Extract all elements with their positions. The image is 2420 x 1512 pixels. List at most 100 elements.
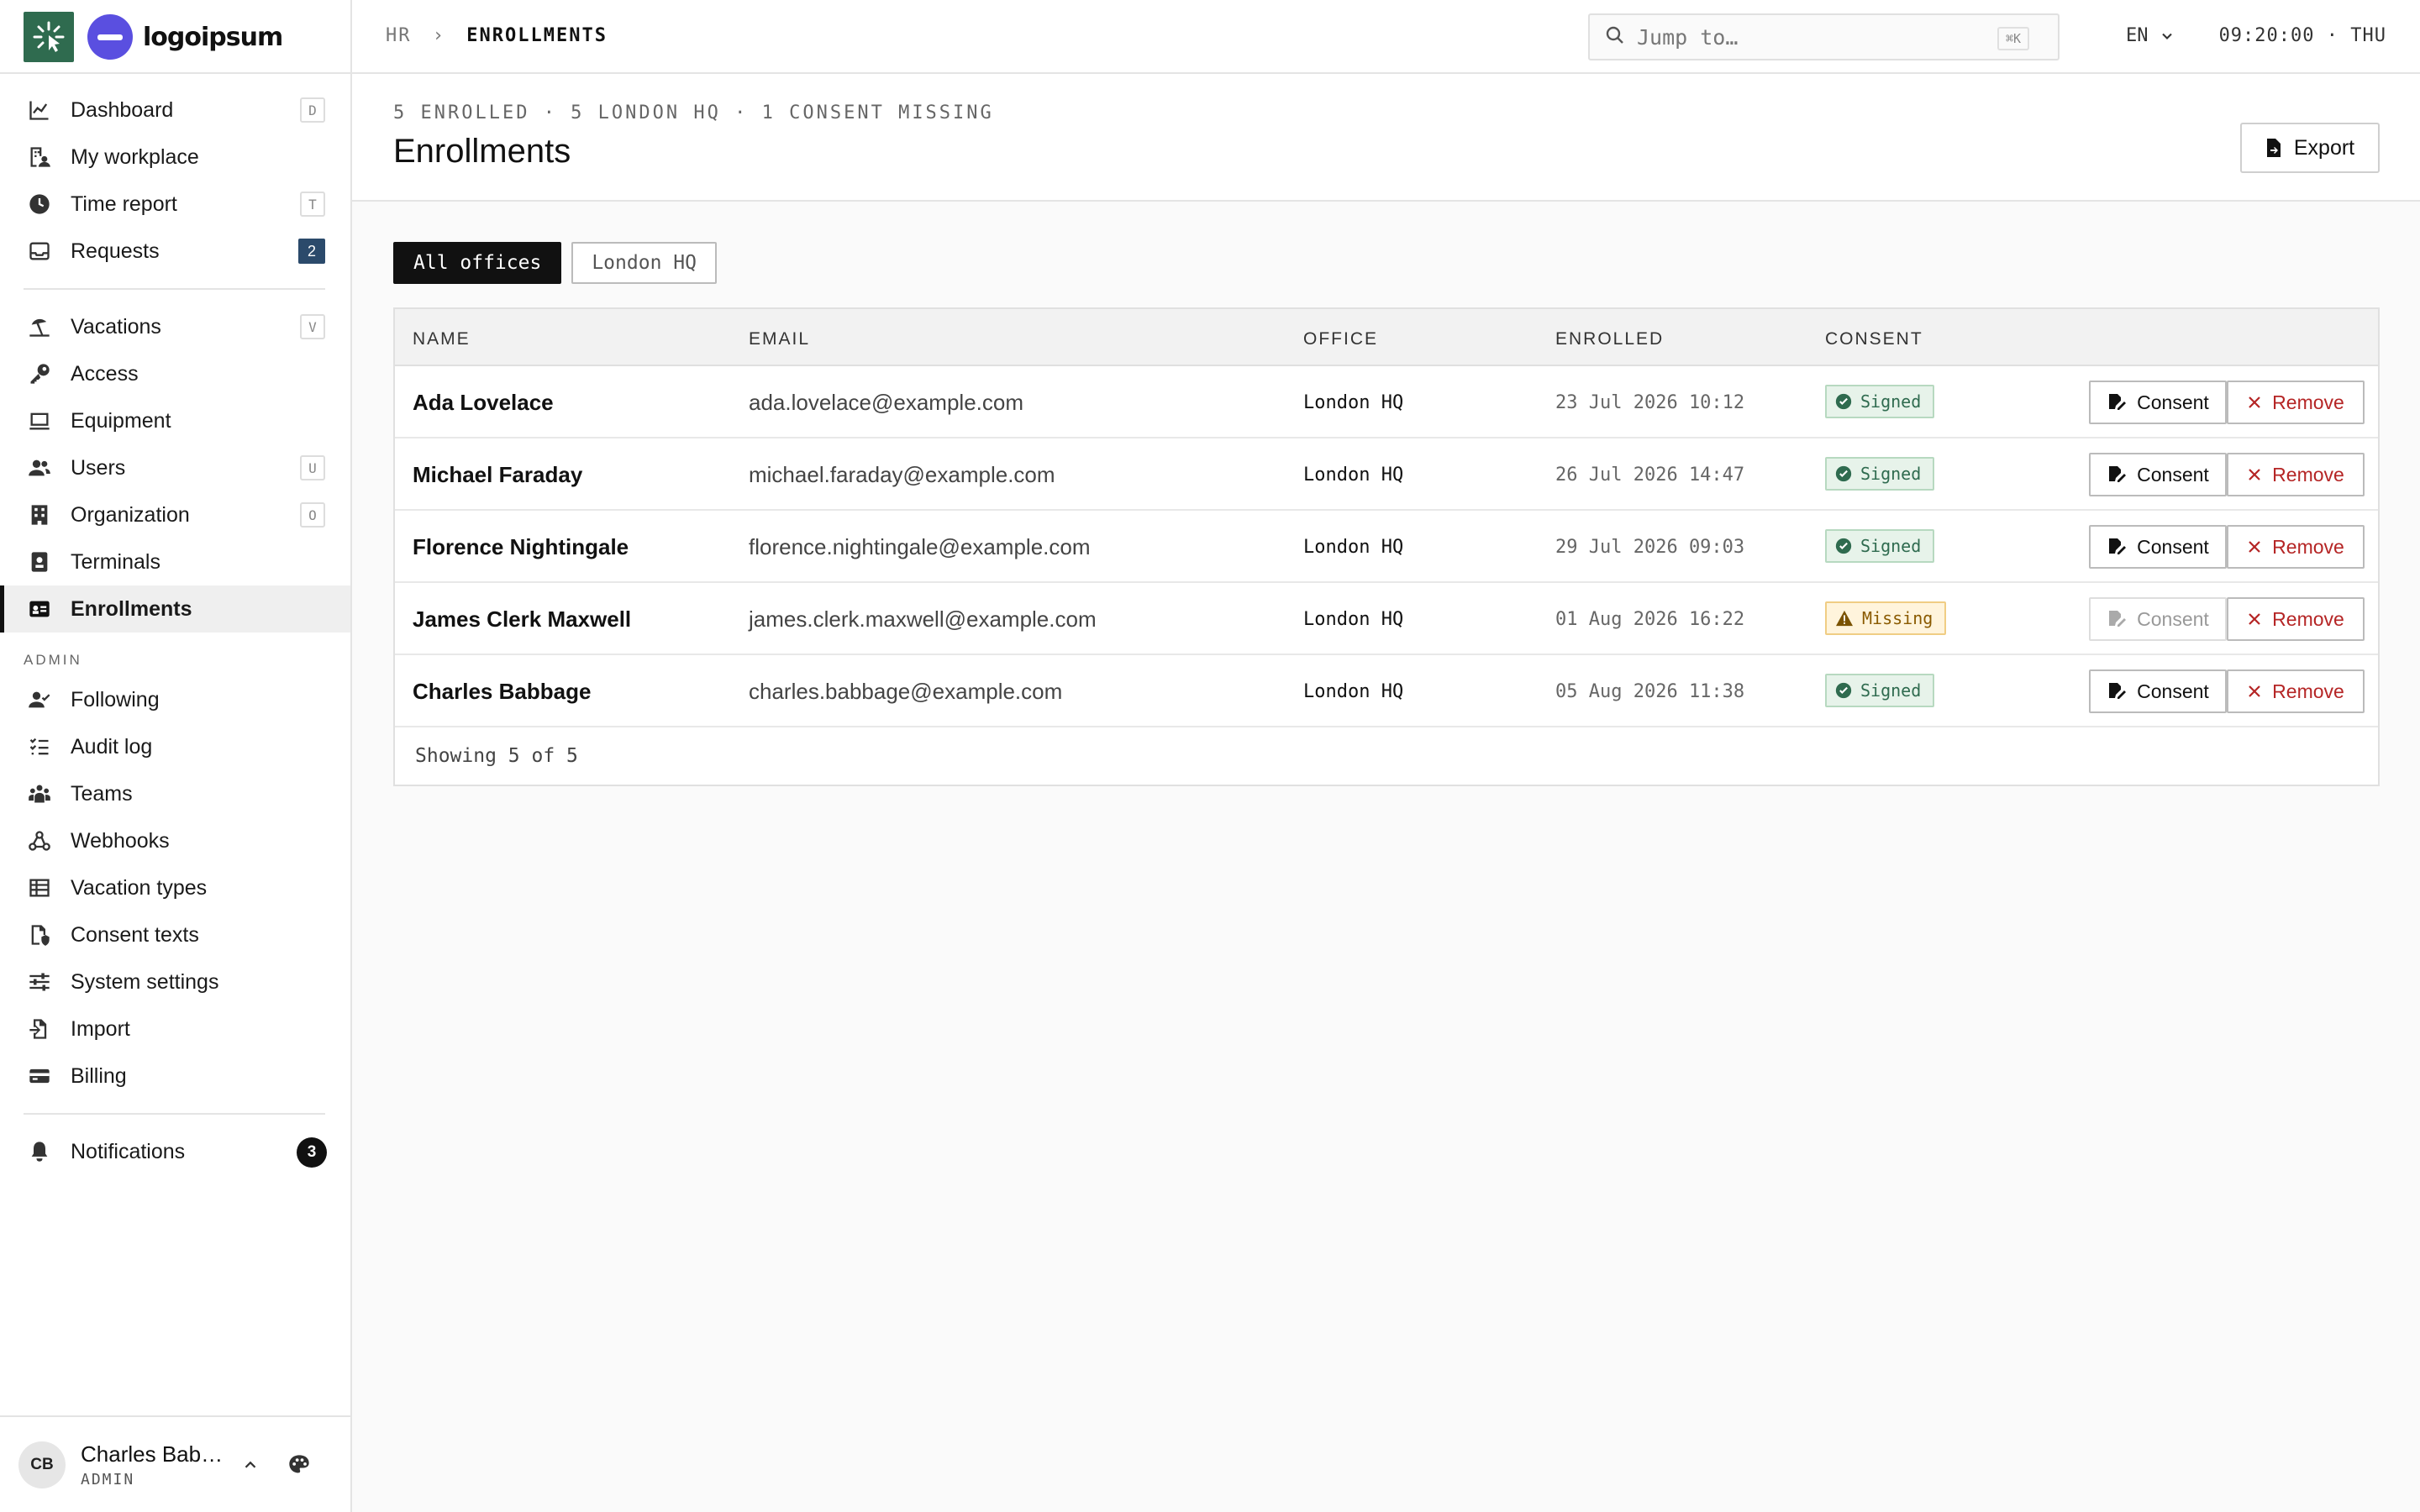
nav-separator xyxy=(24,288,325,290)
sidebar-item-equipment[interactable]: Equipment xyxy=(0,397,350,444)
enrollments-table: NAME EMAIL OFFICE ENROLLED CONSENT Ada L… xyxy=(393,307,2380,786)
remove-button[interactable]: Remove xyxy=(2227,597,2365,641)
sidebar-item-consent-texts[interactable]: Consent texts xyxy=(0,911,350,958)
employee-office: London HQ xyxy=(1303,609,1404,630)
table-row: Ada Lovelace ada.lovelace@example.com Lo… xyxy=(395,366,2378,438)
consent-button[interactable]: Consent xyxy=(2089,525,2227,569)
building-icon xyxy=(27,502,52,528)
user-check-icon xyxy=(27,687,52,712)
file-shield-icon xyxy=(27,922,52,948)
breadcrumb: HR › ENROLLMENTS xyxy=(386,25,608,46)
language-select[interactable]: EN xyxy=(2126,25,2175,46)
remove-button[interactable]: Remove xyxy=(2227,381,2365,424)
sidebar-item-vacation-types[interactable]: Vacation types xyxy=(0,864,350,911)
column-header-office[interactable]: OFFICE xyxy=(1303,329,1378,349)
consent-status-badge: Signed xyxy=(1825,457,1935,491)
filter-all-offices[interactable]: All offices xyxy=(393,242,562,284)
file-signature-icon xyxy=(2109,538,2127,554)
sidebar-item-vacations[interactable]: Vacations V xyxy=(0,303,350,350)
nav-separator xyxy=(24,1113,325,1115)
consent-button[interactable]: Consent xyxy=(2089,381,2227,424)
key-icon xyxy=(27,361,52,386)
remove-button-label: Remove xyxy=(2272,535,2344,558)
page-header: 5 ENROLLED · 5 LONDON HQ · 1 CONSENT MIS… xyxy=(352,74,2420,202)
sidebar-item-organization[interactable]: Organization O xyxy=(0,491,350,538)
table-footer: Showing 5 of 5 xyxy=(415,745,578,767)
table-row: Charles Babbage charles.babbage@example.… xyxy=(395,655,2378,727)
column-header-enrolled[interactable]: ENROLLED xyxy=(1555,329,1664,349)
sidebar-item-notifications[interactable]: Notifications 3 xyxy=(0,1128,350,1175)
sidebar-item-enrollments[interactable]: Enrollments xyxy=(0,585,350,633)
remove-button[interactable]: Remove xyxy=(2227,525,2365,569)
chart-line-icon xyxy=(27,97,52,123)
remove-button-label: Remove xyxy=(2272,607,2344,630)
export-label: Export xyxy=(2293,135,2355,160)
credit-card-icon xyxy=(27,1063,52,1089)
employee-email: michael.faraday@example.com xyxy=(749,462,1055,487)
close-icon xyxy=(2249,613,2260,625)
enrolled-date: 05 Aug 2026 11:38 xyxy=(1555,681,1745,702)
consent-status: Missing xyxy=(1862,608,1933,628)
consent-status: Signed xyxy=(1860,391,1922,412)
sidebar-item-terminals[interactable]: Terminals xyxy=(0,538,350,585)
user-info[interactable]: Charles Babbage ADMIN xyxy=(81,1441,229,1488)
breadcrumb-parent[interactable]: HR xyxy=(386,25,412,46)
palette-icon[interactable] xyxy=(282,1448,316,1482)
sidebar-item-access[interactable]: Access xyxy=(0,350,350,397)
sidebar-item-users[interactable]: Users U xyxy=(0,444,350,491)
inbox-icon xyxy=(27,239,52,264)
sidebar-item-dashboard[interactable]: Dashboard D xyxy=(0,87,350,134)
sidebar-item-my-workplace[interactable]: My workplace xyxy=(0,134,350,181)
sidebar-item-webhooks[interactable]: Webhooks xyxy=(0,817,350,864)
table-header: NAME EMAIL OFFICE ENROLLED CONSENT xyxy=(395,309,2378,366)
consent-status-badge: Signed xyxy=(1825,674,1935,707)
consent-button[interactable]: Consent xyxy=(2089,453,2227,496)
close-icon xyxy=(2249,685,2260,697)
remove-button[interactable]: Remove xyxy=(2227,669,2365,713)
chevron-down-icon xyxy=(2159,28,2175,45)
sidebar-item-audit-log[interactable]: Audit log xyxy=(0,723,350,770)
admin-nav: Following Audit log Teams Webhooks Vacat… xyxy=(0,676,350,1100)
export-button[interactable]: Export xyxy=(2240,123,2380,173)
umbrella-beach-icon xyxy=(27,314,52,339)
enrolled-date: 01 Aug 2026 16:22 xyxy=(1555,609,1745,630)
sidebar-item-import[interactable]: Import xyxy=(0,1005,350,1053)
filter-london-hq[interactable]: London HQ xyxy=(571,242,717,284)
consent-status: Signed xyxy=(1860,536,1922,556)
avatar[interactable]: CB xyxy=(18,1441,66,1488)
sidebar-item-label: Equipment xyxy=(71,408,171,433)
employee-office: London HQ xyxy=(1303,392,1404,413)
employee-email: charles.babbage@example.com xyxy=(749,679,1063,704)
remove-button-label: Remove xyxy=(2272,463,2344,486)
sidebar-item-teams[interactable]: Teams xyxy=(0,770,350,817)
sidebar-item-time-report[interactable]: Time report T xyxy=(0,181,350,228)
consent-button[interactable]: Consent xyxy=(2089,669,2227,713)
sidebar-item-following[interactable]: Following xyxy=(0,676,350,723)
sidebar-item-billing[interactable]: Billing xyxy=(0,1053,350,1100)
column-header-email[interactable]: EMAIL xyxy=(749,329,810,349)
users-icon xyxy=(27,455,52,480)
sidebar-item-requests[interactable]: Requests 2 xyxy=(0,228,350,275)
sidebar-divider xyxy=(0,72,350,74)
notifications-nav: Notifications 3 xyxy=(0,1128,350,1175)
check-circle-icon xyxy=(1835,393,1852,410)
employee-name: Charles Babbage xyxy=(413,679,592,704)
search-placeholder: Jump to… xyxy=(1637,24,1739,50)
consent-button-label: Consent xyxy=(2137,535,2209,558)
page-summary: 5 ENROLLED · 5 LONDON HQ · 1 CONSENT MIS… xyxy=(393,102,994,123)
consent-button[interactable]: Consent xyxy=(2089,597,2227,641)
search-input[interactable]: Jump to… ⌘K xyxy=(1588,13,2060,60)
remove-button[interactable]: Remove xyxy=(2227,453,2365,496)
close-icon xyxy=(2249,541,2260,553)
app: logoipsum Dashboard D My workplace Time … xyxy=(0,0,2420,1512)
sidebar-item-system-settings[interactable]: System settings xyxy=(0,958,350,1005)
brand[interactable]: logoipsum xyxy=(24,12,283,62)
column-header-consent[interactable]: CONSENT xyxy=(1825,329,1923,349)
check-circle-icon xyxy=(1835,465,1852,482)
sidebar-item-label: Webhooks xyxy=(71,828,170,853)
breadcrumb-current: ENROLLMENTS xyxy=(466,25,608,46)
sidebar-item-label: Requests xyxy=(71,239,160,263)
remove-button-label: Remove xyxy=(2272,680,2344,702)
chevron-up-icon[interactable] xyxy=(234,1448,267,1482)
column-header-name[interactable]: NAME xyxy=(413,329,471,349)
